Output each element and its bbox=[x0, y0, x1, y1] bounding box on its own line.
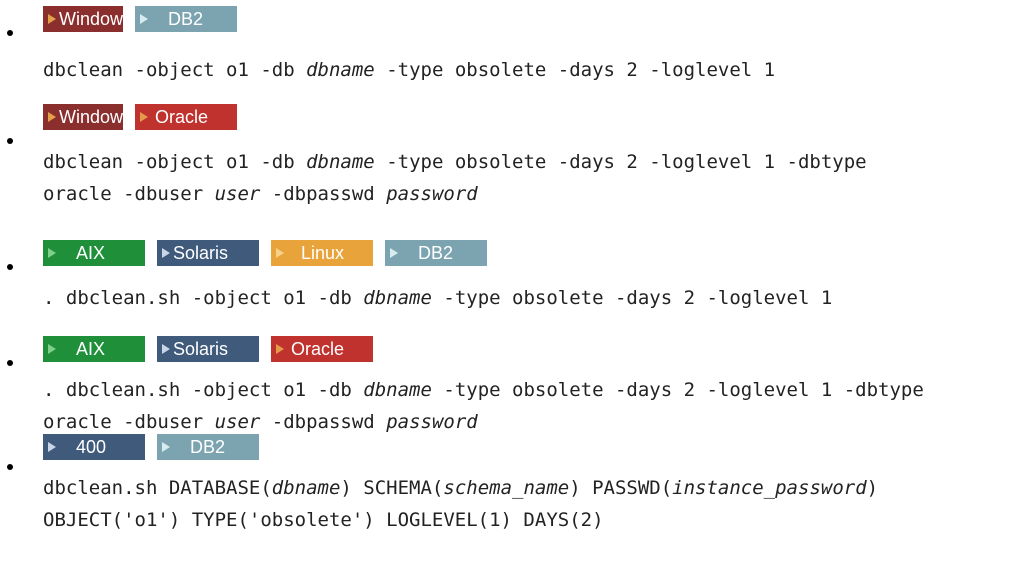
code-text: -type obsolete -days 2 -loglevel 1 bbox=[431, 287, 833, 309]
tag-label: 400 bbox=[76, 437, 107, 457]
code-line: . dbclean.sh -object o1 -db dbname -type… bbox=[43, 374, 1021, 406]
platform-tags: 400 DB2 bbox=[43, 434, 271, 460]
tag-400: 400 bbox=[43, 434, 145, 460]
code-placeholder: dbname bbox=[363, 287, 432, 309]
triangle-right-icon bbox=[162, 344, 170, 354]
code-placeholder: dbname bbox=[363, 379, 432, 401]
code-placeholder: dbname bbox=[306, 151, 375, 173]
tag-db2: DB2 bbox=[157, 434, 259, 460]
code-line: OBJECT('o1') TYPE('obsolete') LOGLEVEL(1… bbox=[43, 504, 1021, 536]
code-text: -dbpasswd bbox=[260, 411, 387, 433]
tag-oracle: Oracle bbox=[135, 104, 237, 130]
tag-solaris: Solaris bbox=[157, 240, 259, 266]
code-text: -type obsolete -days 2 -loglevel 1 -dbty… bbox=[374, 151, 867, 173]
command-code: . dbclean.sh -object o1 -db dbname -type… bbox=[43, 374, 1021, 438]
triangle-right-icon bbox=[48, 344, 56, 354]
tag-label: Oracle bbox=[291, 339, 345, 359]
triangle-right-icon bbox=[48, 112, 56, 122]
platform-tags: AIX Solaris Oracle bbox=[43, 336, 385, 362]
code-placeholder: dbname bbox=[306, 59, 375, 81]
code-text: OBJECT('o1') TYPE('obsolete') LOGLEVEL(1… bbox=[43, 509, 604, 531]
code-text: -type obsolete -days 2 -loglevel 1 -dbty… bbox=[431, 379, 924, 401]
code-text: oracle -dbuser bbox=[43, 411, 215, 433]
tag-label: AIX bbox=[76, 243, 106, 263]
triangle-right-icon bbox=[48, 14, 56, 24]
tag-label: DB2 bbox=[190, 437, 226, 457]
code-line: . dbclean.sh -object o1 -db dbname -type… bbox=[43, 282, 1021, 314]
triangle-right-icon bbox=[390, 248, 398, 258]
bullet-icon bbox=[7, 264, 13, 270]
command-code: . dbclean.sh -object o1 -db dbname -type… bbox=[43, 282, 1021, 314]
code-text: -dbpasswd bbox=[260, 183, 387, 205]
code-placeholder: password bbox=[386, 183, 478, 205]
code-placeholder: dbname bbox=[271, 477, 341, 499]
tag-linux: Linux bbox=[271, 240, 373, 266]
code-text: . dbclean.sh -object o1 -db bbox=[43, 379, 364, 401]
code-text: oracle -dbuser bbox=[43, 183, 215, 205]
tag-solaris: Solaris bbox=[157, 336, 259, 362]
bullet-icon bbox=[7, 464, 13, 470]
tag-label: DB2 bbox=[168, 9, 204, 29]
command-code: dbclean -object o1 -db dbname -type obso… bbox=[43, 146, 1021, 210]
triangle-right-icon bbox=[162, 442, 170, 452]
triangle-right-icon bbox=[276, 248, 284, 258]
command-code: dbclean.sh DATABASE(dbname) SCHEMA(schem… bbox=[43, 472, 1021, 536]
tag-label: Oracle bbox=[155, 107, 209, 127]
bullet-icon bbox=[7, 138, 13, 144]
platform-tags: Windows Oracle bbox=[43, 104, 249, 130]
tag-db2: DB2 bbox=[385, 240, 487, 266]
triangle-right-icon bbox=[162, 248, 170, 258]
code-text: ) PASSWD( bbox=[569, 477, 673, 499]
triangle-right-icon bbox=[140, 112, 148, 122]
platform-tags: Windows DB2 bbox=[43, 6, 249, 32]
triangle-right-icon bbox=[276, 344, 284, 354]
tag-oracle: Oracle bbox=[271, 336, 373, 362]
tag-label: Solaris bbox=[173, 243, 229, 263]
code-text: -type obsolete -days 2 -loglevel 1 bbox=[374, 59, 776, 81]
tag-label: AIX bbox=[76, 339, 106, 359]
tag-windows: Windows bbox=[43, 104, 132, 130]
code-text: ) SCHEMA( bbox=[340, 477, 444, 499]
code-placeholder: schema_name bbox=[443, 477, 570, 499]
code-placeholder: user bbox=[214, 411, 261, 433]
bullet-icon bbox=[7, 360, 13, 366]
tag-aix: AIX bbox=[43, 336, 145, 362]
tag-label: DB2 bbox=[418, 243, 454, 263]
triangle-right-icon bbox=[48, 248, 56, 258]
code-text: dbclean -object o1 -db bbox=[43, 59, 307, 81]
command-list: Windows DB2 dbclean -object o1 -db dbnam… bbox=[0, 0, 1031, 580]
code-text: . dbclean.sh -object o1 -db bbox=[43, 287, 364, 309]
code-line: dbclean -object o1 -db dbname -type obso… bbox=[43, 146, 1021, 178]
code-placeholder: password bbox=[386, 411, 478, 433]
tag-label: Windows bbox=[59, 107, 133, 127]
code-line: oracle -dbuser user -dbpasswd password bbox=[43, 178, 1021, 210]
tag-aix: AIX bbox=[43, 240, 145, 266]
tag-label: Linux bbox=[301, 243, 345, 263]
tag-windows: Windows bbox=[43, 6, 132, 32]
code-text: dbclean -object o1 -db bbox=[43, 151, 307, 173]
code-line: dbclean -object o1 -db dbname -type obso… bbox=[43, 54, 1021, 86]
triangle-right-icon bbox=[48, 442, 56, 452]
triangle-right-icon bbox=[140, 14, 148, 24]
tag-label: Windows bbox=[59, 9, 133, 29]
bullet-icon bbox=[7, 30, 13, 36]
code-text: dbclean.sh DATABASE( bbox=[43, 477, 272, 499]
tag-label: Solaris bbox=[173, 339, 229, 359]
tag-db2: DB2 bbox=[135, 6, 237, 32]
platform-tags: AIX Solaris Linux DB2 bbox=[43, 240, 499, 266]
code-placeholder: user bbox=[214, 183, 261, 205]
command-code: dbclean -object o1 -db dbname -type obso… bbox=[43, 54, 1021, 86]
code-line: dbclean.sh DATABASE(dbname) SCHEMA(schem… bbox=[43, 472, 1021, 504]
code-text: ) bbox=[866, 477, 879, 499]
code-placeholder: instance_password bbox=[672, 477, 867, 499]
